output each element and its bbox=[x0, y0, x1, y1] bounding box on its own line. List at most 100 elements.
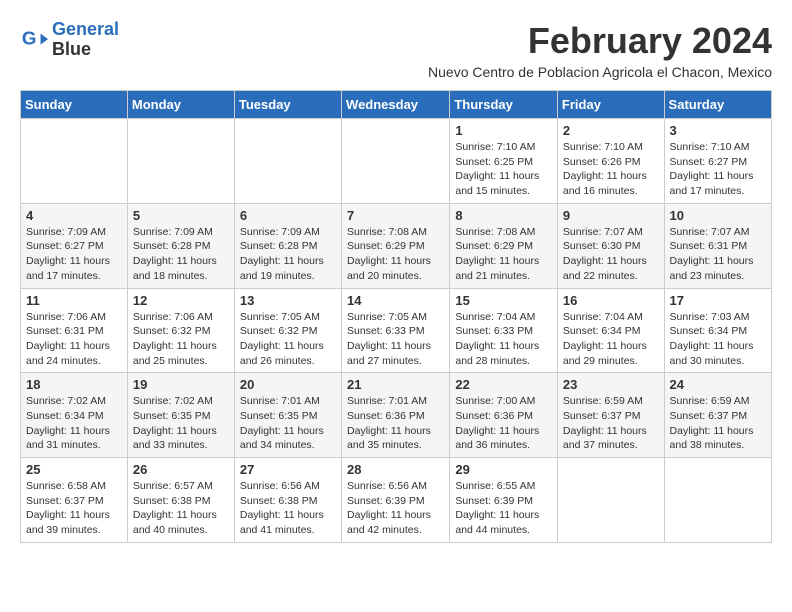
day-info: Sunrise: 7:06 AMSunset: 6:31 PMDaylight:… bbox=[26, 310, 122, 369]
weekday-header-wednesday: Wednesday bbox=[342, 91, 450, 119]
calendar-cell: 27 Sunrise: 6:56 AMSunset: 6:38 PMDayligh… bbox=[234, 458, 341, 543]
calendar-header-row: SundayMondayTuesdayWednesdayThursdayFrid… bbox=[21, 91, 772, 119]
day-number: 27 bbox=[240, 462, 336, 477]
day-info: Sunrise: 6:56 AMSunset: 6:39 PMDaylight:… bbox=[347, 479, 444, 538]
calendar-cell: 18 Sunrise: 7:02 AMSunset: 6:34 PMDayligh… bbox=[21, 373, 128, 458]
day-info: Sunrise: 7:10 AMSunset: 6:25 PMDaylight:… bbox=[455, 140, 552, 199]
day-info: Sunrise: 7:05 AMSunset: 6:32 PMDaylight:… bbox=[240, 310, 336, 369]
day-info: Sunrise: 6:58 AMSunset: 6:37 PMDaylight:… bbox=[26, 479, 122, 538]
day-number: 7 bbox=[347, 208, 444, 223]
day-info: Sunrise: 7:08 AMSunset: 6:29 PMDaylight:… bbox=[347, 225, 444, 284]
day-number: 18 bbox=[26, 377, 122, 392]
month-year-title: February 2024 bbox=[119, 20, 772, 62]
day-number: 11 bbox=[26, 293, 122, 308]
day-info: Sunrise: 6:59 AMSunset: 6:37 PMDaylight:… bbox=[670, 394, 766, 453]
day-info: Sunrise: 7:05 AMSunset: 6:33 PMDaylight:… bbox=[347, 310, 444, 369]
day-number: 16 bbox=[563, 293, 659, 308]
logo: G General Blue bbox=[20, 20, 119, 60]
calendar-cell: 23Sunrise: 6:59 AMSunset: 6:37 PMDayligh… bbox=[557, 373, 664, 458]
day-number: 28 bbox=[347, 462, 444, 477]
location-title: Nuevo Centro de Poblacion Agricola el Ch… bbox=[119, 64, 772, 80]
day-number: 6 bbox=[240, 208, 336, 223]
weekday-header-tuesday: Tuesday bbox=[234, 91, 341, 119]
day-number: 1 bbox=[455, 123, 552, 138]
calendar-cell: 26Sunrise: 6:57 AMSunset: 6:38 PMDayligh… bbox=[127, 458, 234, 543]
day-info: Sunrise: 7:09 AMSunset: 6:28 PMDaylight:… bbox=[240, 225, 336, 284]
calendar-table: SundayMondayTuesdayWednesdayThursdayFrid… bbox=[20, 90, 772, 543]
calendar-week-row: 1 Sunrise: 7:10 AMSunset: 6:25 PMDaylight… bbox=[21, 119, 772, 204]
day-info: Sunrise: 7:00 AMSunset: 6:36 PMDaylight:… bbox=[455, 394, 552, 453]
weekday-header-monday: Monday bbox=[127, 91, 234, 119]
calendar-cell: 14 Sunrise: 7:05 AMSunset: 6:33 PMDayligh… bbox=[342, 288, 450, 373]
day-info: Sunrise: 7:10 AMSunset: 6:27 PMDaylight:… bbox=[670, 140, 766, 199]
calendar-cell: 20 Sunrise: 7:01 AMSunset: 6:35 PMDayligh… bbox=[234, 373, 341, 458]
calendar-cell: 13 Sunrise: 7:05 AMSunset: 6:32 PMDayligh… bbox=[234, 288, 341, 373]
day-number: 17 bbox=[670, 293, 766, 308]
day-info: Sunrise: 7:02 AMSunset: 6:35 PMDaylight:… bbox=[133, 394, 229, 453]
calendar-cell: 11 Sunrise: 7:06 AMSunset: 6:31 PMDayligh… bbox=[21, 288, 128, 373]
day-number: 29 bbox=[455, 462, 552, 477]
day-info: Sunrise: 7:07 AMSunset: 6:31 PMDaylight:… bbox=[670, 225, 766, 284]
calendar-week-row: 4 Sunrise: 7:09 AMSunset: 6:27 PMDaylight… bbox=[21, 203, 772, 288]
calendar-cell: 5Sunrise: 7:09 AMSunset: 6:28 PMDaylight… bbox=[127, 203, 234, 288]
calendar-cell: 25 Sunrise: 6:58 AMSunset: 6:37 PMDayligh… bbox=[21, 458, 128, 543]
calendar-cell: 28 Sunrise: 6:56 AMSunset: 6:39 PMDayligh… bbox=[342, 458, 450, 543]
calendar-cell: 2 Sunrise: 7:10 AMSunset: 6:26 PMDaylight… bbox=[557, 119, 664, 204]
day-info: Sunrise: 7:07 AMSunset: 6:30 PMDaylight:… bbox=[563, 225, 659, 284]
calendar-cell: 24Sunrise: 6:59 AMSunset: 6:37 PMDayligh… bbox=[664, 373, 771, 458]
day-number: 25 bbox=[26, 462, 122, 477]
day-info: Sunrise: 7:01 AMSunset: 6:35 PMDaylight:… bbox=[240, 394, 336, 453]
calendar-cell bbox=[21, 119, 128, 204]
day-number: 8 bbox=[455, 208, 552, 223]
calendar-cell: 9 Sunrise: 7:07 AMSunset: 6:30 PMDaylight… bbox=[557, 203, 664, 288]
calendar-cell: 16 Sunrise: 7:04 AMSunset: 6:34 PMDayligh… bbox=[557, 288, 664, 373]
day-number: 15 bbox=[455, 293, 552, 308]
page-header: G General Blue February 2024 Nuevo Centr… bbox=[20, 20, 772, 80]
day-number: 12 bbox=[133, 293, 229, 308]
day-info: Sunrise: 7:04 AMSunset: 6:34 PMDaylight:… bbox=[563, 310, 659, 369]
day-number: 14 bbox=[347, 293, 444, 308]
day-info: Sunrise: 7:08 AMSunset: 6:29 PMDaylight:… bbox=[455, 225, 552, 284]
calendar-cell: 22 Sunrise: 7:00 AMSunset: 6:36 PMDayligh… bbox=[450, 373, 558, 458]
weekday-header-thursday: Thursday bbox=[450, 91, 558, 119]
calendar-cell: 15 Sunrise: 7:04 AMSunset: 6:33 PMDayligh… bbox=[450, 288, 558, 373]
day-info: Sunrise: 7:01 AMSunset: 6:36 PMDaylight:… bbox=[347, 394, 444, 453]
calendar-week-row: 11 Sunrise: 7:06 AMSunset: 6:31 PMDayligh… bbox=[21, 288, 772, 373]
calendar-week-row: 25 Sunrise: 6:58 AMSunset: 6:37 PMDayligh… bbox=[21, 458, 772, 543]
calendar-cell: 21Sunrise: 7:01 AMSunset: 6:36 PMDayligh… bbox=[342, 373, 450, 458]
weekday-header-friday: Friday bbox=[557, 91, 664, 119]
calendar-week-row: 18 Sunrise: 7:02 AMSunset: 6:34 PMDayligh… bbox=[21, 373, 772, 458]
day-number: 19 bbox=[133, 377, 229, 392]
calendar-cell bbox=[234, 119, 341, 204]
svg-text:G: G bbox=[22, 27, 37, 48]
day-number: 22 bbox=[455, 377, 552, 392]
day-info: Sunrise: 7:04 AMSunset: 6:33 PMDaylight:… bbox=[455, 310, 552, 369]
calendar-cell: 1 Sunrise: 7:10 AMSunset: 6:25 PMDaylight… bbox=[450, 119, 558, 204]
calendar-cell: 12 Sunrise: 7:06 AMSunset: 6:32 PMDayligh… bbox=[127, 288, 234, 373]
calendar-cell: 29 Sunrise: 6:55 AMSunset: 6:39 PMDayligh… bbox=[450, 458, 558, 543]
day-info: Sunrise: 7:10 AMSunset: 6:26 PMDaylight:… bbox=[563, 140, 659, 199]
day-info: Sunrise: 6:59 AMSunset: 6:37 PMDaylight:… bbox=[563, 394, 659, 453]
day-number: 3 bbox=[670, 123, 766, 138]
day-number: 4 bbox=[26, 208, 122, 223]
day-info: Sunrise: 7:09 AMSunset: 6:27 PMDaylight:… bbox=[26, 225, 122, 284]
day-number: 5 bbox=[133, 208, 229, 223]
logo-text: General Blue bbox=[52, 20, 119, 60]
day-number: 10 bbox=[670, 208, 766, 223]
day-info: Sunrise: 6:57 AMSunset: 6:38 PMDaylight:… bbox=[133, 479, 229, 538]
day-info: Sunrise: 7:06 AMSunset: 6:32 PMDaylight:… bbox=[133, 310, 229, 369]
day-number: 13 bbox=[240, 293, 336, 308]
day-info: Sunrise: 7:03 AMSunset: 6:34 PMDaylight:… bbox=[670, 310, 766, 369]
title-section: February 2024 Nuevo Centro de Poblacion … bbox=[119, 20, 772, 80]
calendar-cell: 8 Sunrise: 7:08 AMSunset: 6:29 PMDaylight… bbox=[450, 203, 558, 288]
day-number: 9 bbox=[563, 208, 659, 223]
day-info: Sunrise: 7:02 AMSunset: 6:34 PMDaylight:… bbox=[26, 394, 122, 453]
day-number: 2 bbox=[563, 123, 659, 138]
calendar-cell: 4 Sunrise: 7:09 AMSunset: 6:27 PMDaylight… bbox=[21, 203, 128, 288]
calendar-cell bbox=[127, 119, 234, 204]
day-info: Sunrise: 6:55 AMSunset: 6:39 PMDaylight:… bbox=[455, 479, 552, 538]
calendar-cell: 17 Sunrise: 7:03 AMSunset: 6:34 PMDayligh… bbox=[664, 288, 771, 373]
day-number: 20 bbox=[240, 377, 336, 392]
day-info: Sunrise: 6:56 AMSunset: 6:38 PMDaylight:… bbox=[240, 479, 336, 538]
weekday-header-sunday: Sunday bbox=[21, 91, 128, 119]
